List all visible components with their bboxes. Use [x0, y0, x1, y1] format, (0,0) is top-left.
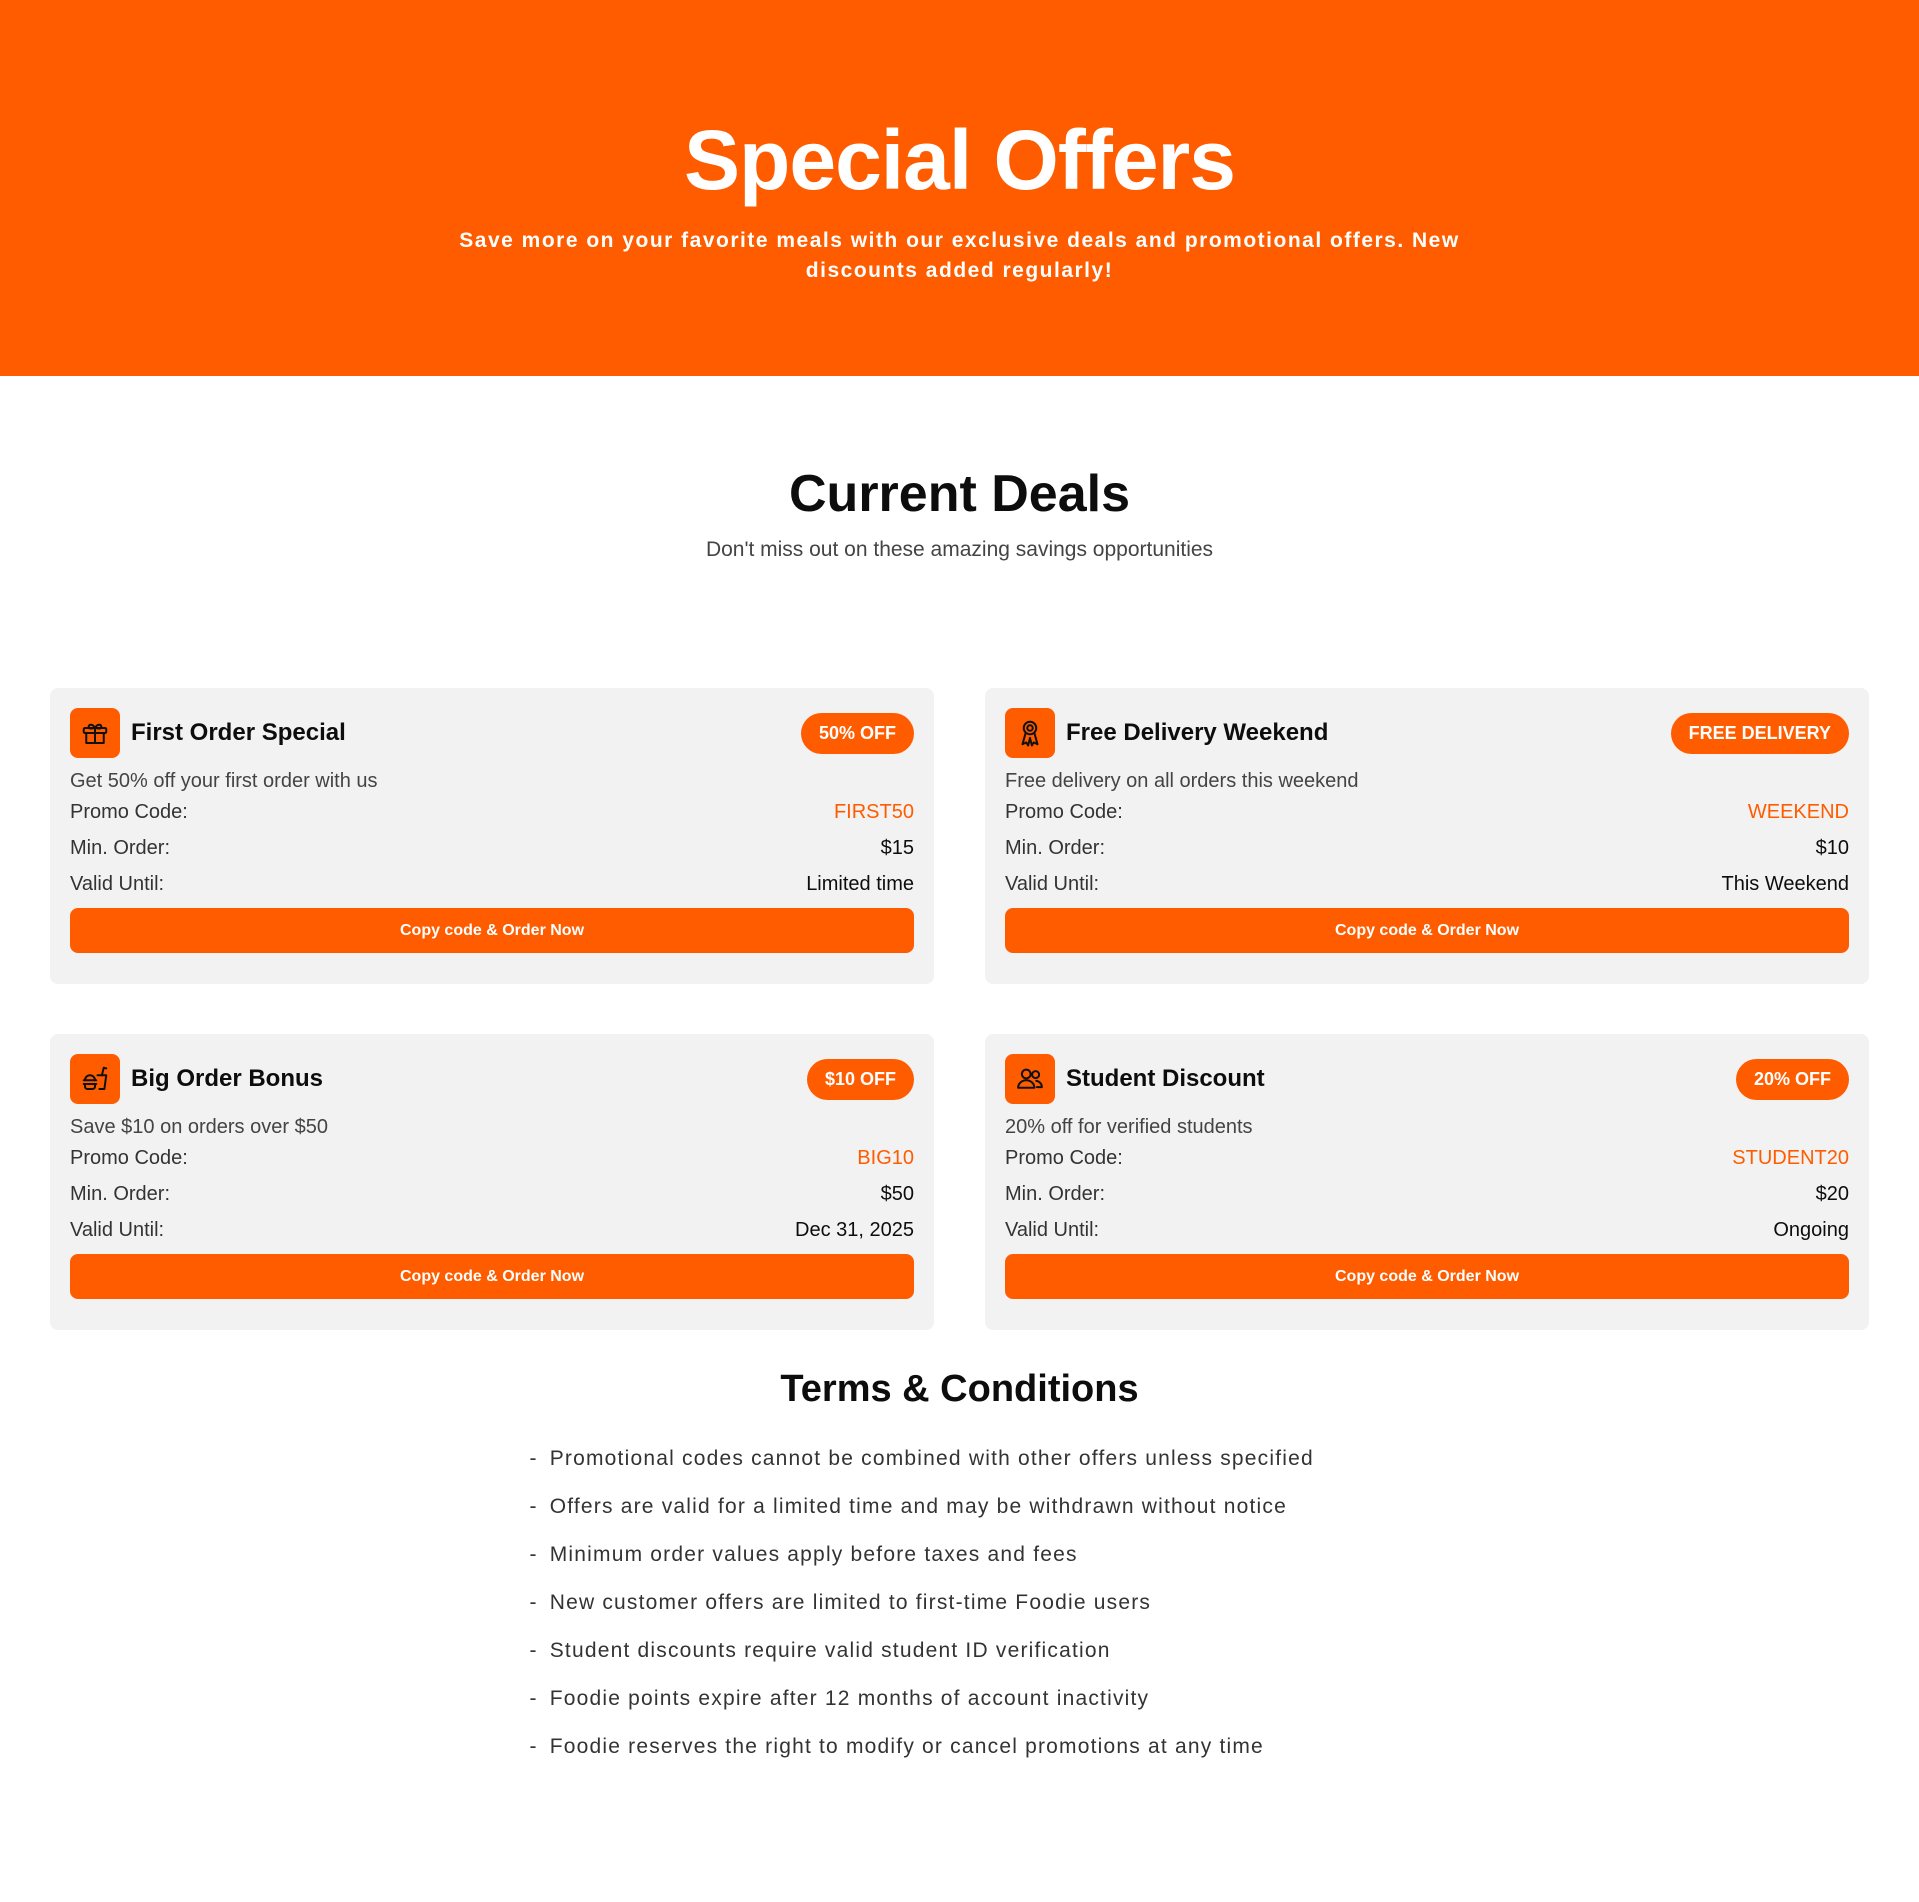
min-order-value: $20	[1815, 1183, 1849, 1205]
valid-until-label: Valid Until:	[1005, 1219, 1100, 1241]
hero-banner: Special Offers Save more on your favorit…	[0, 0, 1919, 376]
bullet-dash: -	[529, 1735, 538, 1758]
deals-grid: First Order Special 50% OFF Get 50% off …	[0, 688, 1919, 1330]
deal-title: Big Order Bonus	[131, 1065, 324, 1092]
copy-code-order-button[interactable]: Copy code & Order Now	[70, 908, 914, 953]
promo-code-label: Promo Code:	[70, 1147, 188, 1169]
deal-badge: $10 OFF	[806, 1058, 914, 1100]
bullet-dash: -	[529, 1591, 538, 1614]
min-order-label: Min. Order:	[1005, 837, 1106, 859]
terms-item-text: New customer offers are limited to first…	[549, 1591, 1152, 1614]
terms-item-text: Offers are valid for a limited time and …	[549, 1495, 1287, 1518]
deals-subtitle: Don't miss out on these amazing savings …	[705, 538, 1214, 561]
terms-item: - Student discounts require valid student…	[530, 1627, 1390, 1675]
deal-title: Free Delivery Weekend	[1066, 719, 1329, 746]
terms-item: - Foodie reserves the right to modify or …	[530, 1723, 1390, 1771]
valid-until-row: Valid Until: This Weekend	[1005, 866, 1849, 902]
promo-code-row: Promo Code: BIG10	[70, 1140, 914, 1176]
valid-until-value: This Weekend	[1721, 873, 1849, 895]
deal-badge: 50% OFF	[800, 712, 914, 754]
valid-until-row: Valid Until: Dec 31, 2025	[70, 1212, 914, 1248]
deal-badge: 20% OFF	[1735, 1058, 1849, 1100]
min-order-row: Min. Order: $50	[70, 1176, 914, 1212]
terms-item-text: Foodie points expire after 12 months of …	[549, 1687, 1150, 1710]
valid-until-label: Valid Until:	[1005, 873, 1100, 895]
min-order-value: $15	[880, 837, 914, 859]
users-icon	[1005, 1054, 1055, 1104]
copy-code-order-button[interactable]: Copy code & Order Now	[70, 1254, 914, 1299]
deal-card: Student Discount 20% OFF 20% off for ver…	[985, 1034, 1869, 1330]
bullet-dash: -	[529, 1543, 538, 1566]
deal-badge: FREE DELIVERY	[1670, 712, 1849, 754]
award-icon	[1005, 708, 1055, 758]
terms-item: - Offers are valid for a limited time and…	[530, 1483, 1390, 1531]
copy-code-order-button[interactable]: Copy code & Order Now	[1005, 1254, 1849, 1299]
min-order-row: Min. Order: $10	[1005, 830, 1849, 866]
deal-card: Big Order Bonus $10 OFF Save $10 on orde…	[50, 1034, 934, 1330]
hero-subtitle: Save more on your favorite meals with ou…	[459, 229, 1460, 282]
promo-code-label: Promo Code:	[1005, 801, 1123, 823]
terms-item: - Foodie points expire after 12 months of…	[530, 1675, 1390, 1723]
promo-code-row: Promo Code: FIRST50	[70, 794, 914, 830]
min-order-label: Min. Order:	[1005, 1183, 1106, 1205]
deal-description: Free delivery on all orders this weekend	[1005, 770, 1359, 792]
bullet-dash: -	[529, 1639, 538, 1662]
terms-title: Terms & Conditions	[780, 1368, 1139, 1410]
deal-title: First Order Special	[131, 719, 346, 746]
min-order-row: Min. Order: $15	[70, 830, 914, 866]
promo-code-label: Promo Code:	[70, 801, 188, 823]
deal-card: Free Delivery Weekend FREE DELIVERY Free…	[985, 688, 1869, 984]
min-order-row: Min. Order: $20	[1005, 1176, 1849, 1212]
valid-until-value: Limited time	[806, 873, 914, 895]
terms-item-text: Foodie reserves the right to modify or c…	[549, 1735, 1264, 1758]
gift-icon	[70, 708, 120, 758]
bullet-dash: -	[529, 1447, 538, 1470]
bullet-dash: -	[529, 1495, 538, 1518]
terms-item: - Promotional codes cannot be combined wi…	[530, 1435, 1390, 1483]
min-order-label: Min. Order:	[70, 837, 171, 859]
page-title: Special Offers	[684, 113, 1236, 207]
promo-code-value: STUDENT20	[1732, 1147, 1849, 1169]
bullet-dash: -	[529, 1687, 538, 1710]
deal-description: Get 50% off your first order with us	[70, 770, 378, 792]
deal-description: Save $10 on orders over $50	[70, 1116, 328, 1138]
terms-item-text: Minimum order values apply before taxes …	[549, 1543, 1078, 1566]
min-order-label: Min. Order:	[70, 1183, 171, 1205]
promo-code-row: Promo Code: STUDENT20	[1005, 1140, 1849, 1176]
terms-item-text: Promotional codes cannot be combined wit…	[549, 1447, 1314, 1470]
promo-code-value: BIG10	[857, 1147, 914, 1169]
terms-section: Terms & Conditions - Promotional codes ca…	[0, 1368, 1919, 1771]
terms-item: - New customer offers are limited to firs…	[530, 1579, 1390, 1627]
promo-code-value: WEEKEND	[1747, 801, 1849, 823]
copy-code-order-button[interactable]: Copy code & Order Now	[1005, 908, 1849, 953]
min-order-value: $50	[880, 1183, 914, 1205]
valid-until-value: Dec 31, 2025	[795, 1219, 914, 1241]
deal-title: Student Discount	[1066, 1065, 1265, 1092]
promo-code-row: Promo Code: WEEKEND	[1005, 794, 1849, 830]
terms-item: - Minimum order values apply before taxes…	[530, 1531, 1390, 1579]
deals-header: Current Deals Don't miss out on these am…	[0, 376, 1919, 562]
current-deals-section: Current Deals Don't miss out on these am…	[0, 376, 1919, 1330]
valid-until-label: Valid Until:	[70, 1219, 165, 1241]
valid-until-row: Valid Until: Limited time	[70, 866, 914, 902]
food-icon	[70, 1054, 120, 1104]
valid-until-value: Ongoing	[1773, 1219, 1849, 1241]
deal-description: 20% off for verified students	[1005, 1116, 1253, 1138]
min-order-value: $10	[1815, 837, 1849, 859]
terms-list: - Promotional codes cannot be combined wi…	[530, 1435, 1390, 1771]
promo-code-value: FIRST50	[833, 801, 914, 823]
valid-until-label: Valid Until:	[70, 873, 165, 895]
deal-card: First Order Special 50% OFF Get 50% off …	[50, 688, 934, 984]
terms-item-text: Student discounts require valid student …	[549, 1639, 1111, 1662]
promo-code-label: Promo Code:	[1005, 1147, 1123, 1169]
valid-until-row: Valid Until: Ongoing	[1005, 1212, 1849, 1248]
deals-title: Current Deals	[789, 465, 1130, 523]
